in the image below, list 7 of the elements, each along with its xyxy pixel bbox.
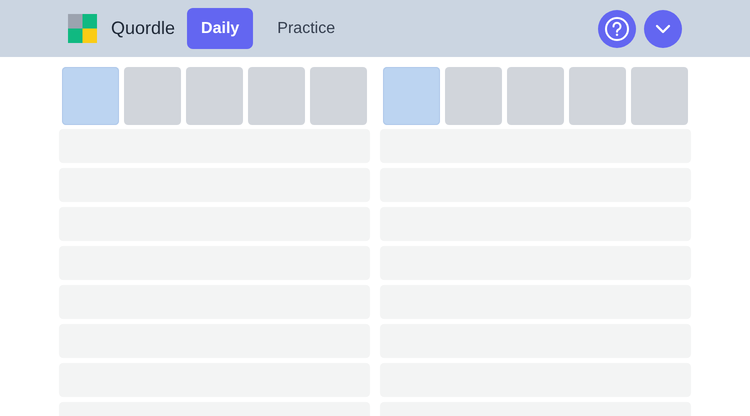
nav-tab[interactable]: Practice [263, 8, 350, 49]
help-button[interactable] [598, 10, 636, 48]
help-icon [604, 16, 630, 42]
logo-icon [68, 14, 97, 43]
brand-name: Quordle [111, 17, 176, 40]
nav-tab[interactable]: Daily [187, 8, 254, 49]
dropdown-button[interactable] [644, 10, 682, 48]
